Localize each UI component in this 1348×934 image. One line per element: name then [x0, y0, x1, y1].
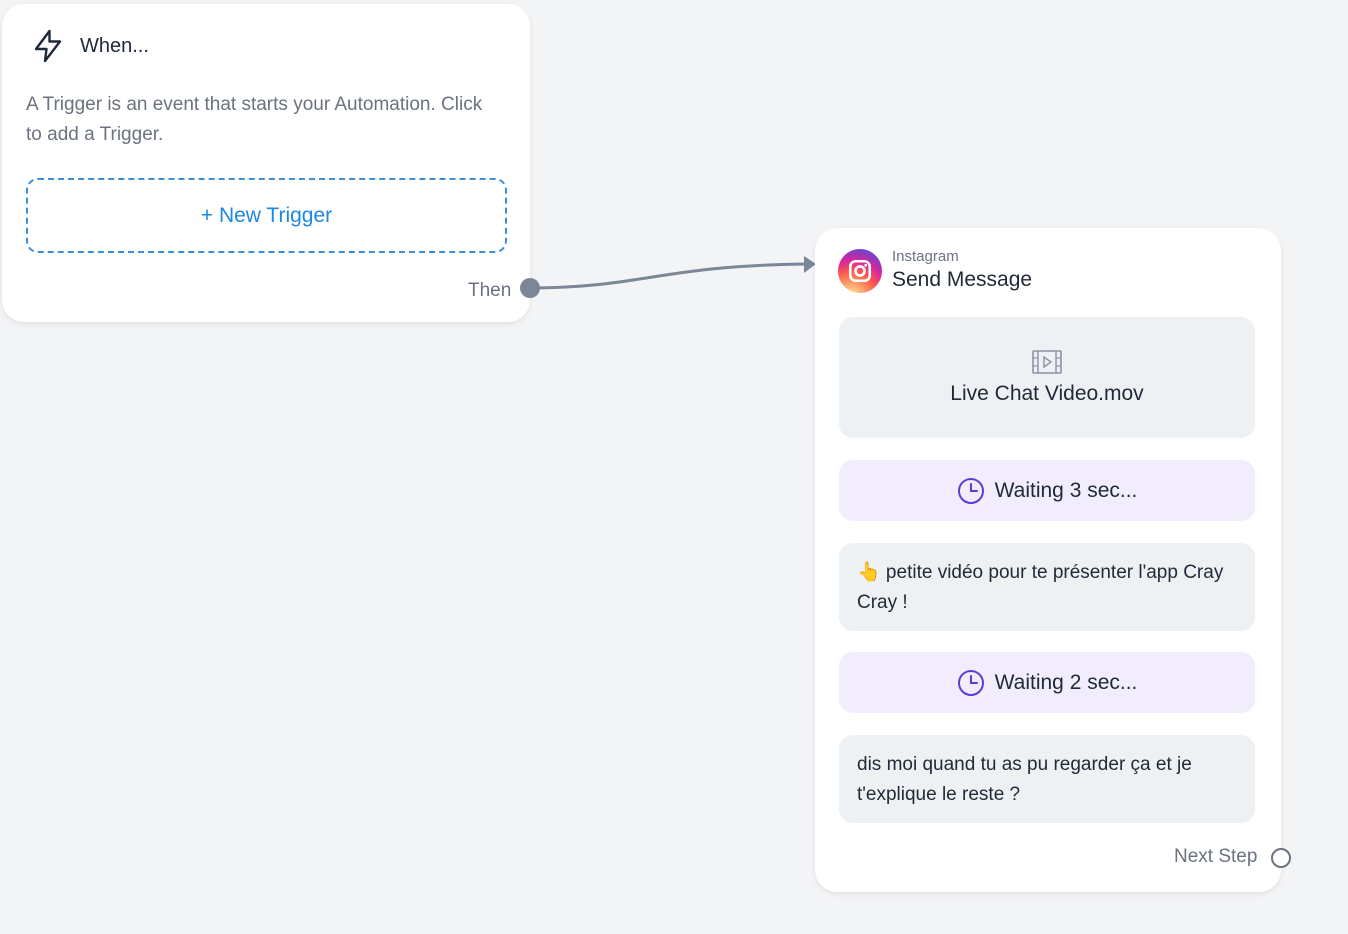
- wait-label: Waiting 2 sec...: [994, 670, 1138, 694]
- then-label: Then: [468, 280, 512, 301]
- message-text-1[interactable]: 👆 petite vidéo pour te présenter l'app C…: [839, 543, 1255, 631]
- film-icon: [1032, 349, 1062, 374]
- action-platform: Instagram: [892, 248, 959, 265]
- clock-icon: [957, 669, 984, 696]
- trigger-description: A Trigger is an event that starts your A…: [26, 94, 483, 145]
- trigger-header: When...: [30, 28, 149, 64]
- automation-canvas[interactable]: When... A Trigger is an event that start…: [0, 0, 1348, 934]
- trigger-card[interactable]: When... A Trigger is an event that start…: [2, 4, 530, 322]
- instagram-icon: [838, 249, 882, 293]
- wait-label: Waiting 3 sec...: [994, 478, 1138, 502]
- action-title: Send Message: [892, 268, 1033, 291]
- wait-step-1[interactable]: Waiting 3 sec...: [839, 460, 1255, 521]
- new-trigger-button[interactable]: + New Trigger: [26, 178, 507, 253]
- clock-icon: [957, 477, 984, 504]
- message-text-2[interactable]: dis moi quand tu as pu regarder ça et je…: [839, 735, 1255, 823]
- video-filename: Live Chat Video.mov: [950, 381, 1144, 405]
- lightning-bolt-icon: [34, 29, 62, 63]
- wait-step-2[interactable]: Waiting 2 sec...: [839, 652, 1255, 713]
- action-header: Instagram Send Message: [838, 248, 1032, 294]
- next-step-label: Next Step: [1174, 846, 1258, 867]
- video-attachment[interactable]: Live Chat Video.mov: [839, 317, 1255, 438]
- next-step-port[interactable]: [1271, 848, 1291, 868]
- then-output-port[interactable]: [520, 278, 540, 298]
- send-message-card[interactable]: Instagram Send Message Live Chat Video.m…: [815, 228, 1281, 892]
- trigger-title: When...: [80, 34, 149, 57]
